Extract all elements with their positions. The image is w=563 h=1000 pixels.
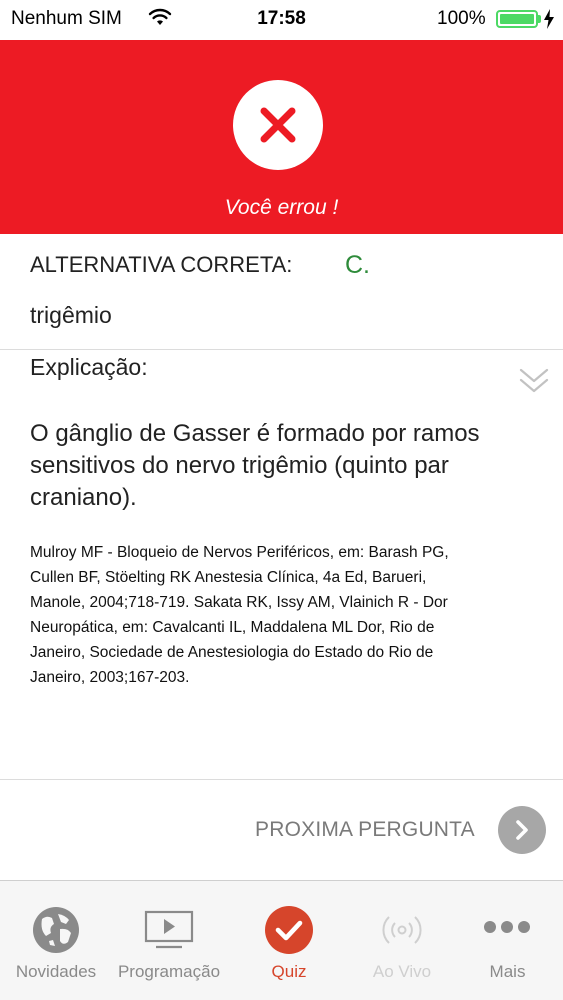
tab-quiz[interactable]: Quiz: [226, 881, 352, 1000]
reference-line: Neuropática, em: Cavalcanti IL, Maddalen…: [30, 619, 435, 636]
charging-bolt-icon: [544, 9, 554, 29]
broadcast-icon: [382, 916, 422, 944]
next-question-label[interactable]: PROXIMA PERGUNTA: [255, 818, 475, 842]
battery-percent: 100%: [437, 8, 486, 29]
divider: [0, 349, 563, 350]
tab-label: Quiz: [271, 962, 307, 981]
explanation-text: O gânglio de Gasser é formado por ramos …: [30, 420, 480, 511]
double-chevron-down-icon[interactable]: [518, 364, 550, 398]
tab-label: Ao Vivo: [372, 962, 432, 981]
tab-label: Novidades: [15, 962, 97, 981]
tab-label: Mais: [489, 962, 526, 981]
quiz-result-screen: Nenhum SIM 17:58 100% Você errou ! ALTER…: [0, 0, 563, 1000]
correct-answer-letter: C.: [345, 251, 370, 279]
reference-line: Janeiro, Sociedade de Anestesiologia do …: [30, 644, 434, 661]
next-question-button[interactable]: [498, 806, 546, 854]
reference-line: Mulroy MF - Bloqueio de Nervos Periféric…: [30, 544, 449, 561]
close-icon: [260, 107, 296, 143]
globe-icon: [33, 907, 79, 953]
reference-line: Janeiro, 2003;167-203.: [30, 669, 190, 686]
more-dots-icon: [484, 921, 530, 933]
tab-novidades[interactable]: Novidades: [0, 881, 112, 1000]
result-message: Você errou !: [224, 196, 339, 219]
reference-line: Cullen BF, Stöelting RK Anestesia Clínic…: [30, 569, 427, 586]
divider: [0, 779, 563, 780]
wrong-answer-badge: [233, 80, 323, 170]
correct-answer-label: ALTERNATIVA CORRETA:: [30, 252, 293, 277]
reference-line: Manole, 2004;718-719. Sakata RK, Issy AM…: [30, 594, 448, 611]
result-banner: Você errou !: [0, 40, 563, 234]
status-bar: Nenhum SIM 17:58 100%: [0, 0, 563, 38]
tab-ao-vivo[interactable]: Ao Vivo: [352, 881, 452, 1000]
tab-label: Programação: [117, 962, 221, 981]
battery-tip: [538, 15, 541, 23]
correct-answer-text: trigêmio: [30, 302, 112, 328]
tab-programacao[interactable]: Programação: [112, 881, 226, 1000]
check-circle-icon: [265, 906, 313, 954]
chevron-right-icon: [516, 820, 528, 840]
explanation-label: Explicação:: [30, 354, 148, 380]
reference-text: Mulroy MF - Bloqueio de Nervos Periféric…: [30, 540, 540, 690]
tv-play-icon: [144, 910, 194, 949]
battery-icon: [496, 10, 538, 28]
tab-mais[interactable]: Mais: [452, 881, 563, 1000]
tab-bar: Novidades Programação Quiz Ao Vivo Mais: [0, 880, 563, 1000]
